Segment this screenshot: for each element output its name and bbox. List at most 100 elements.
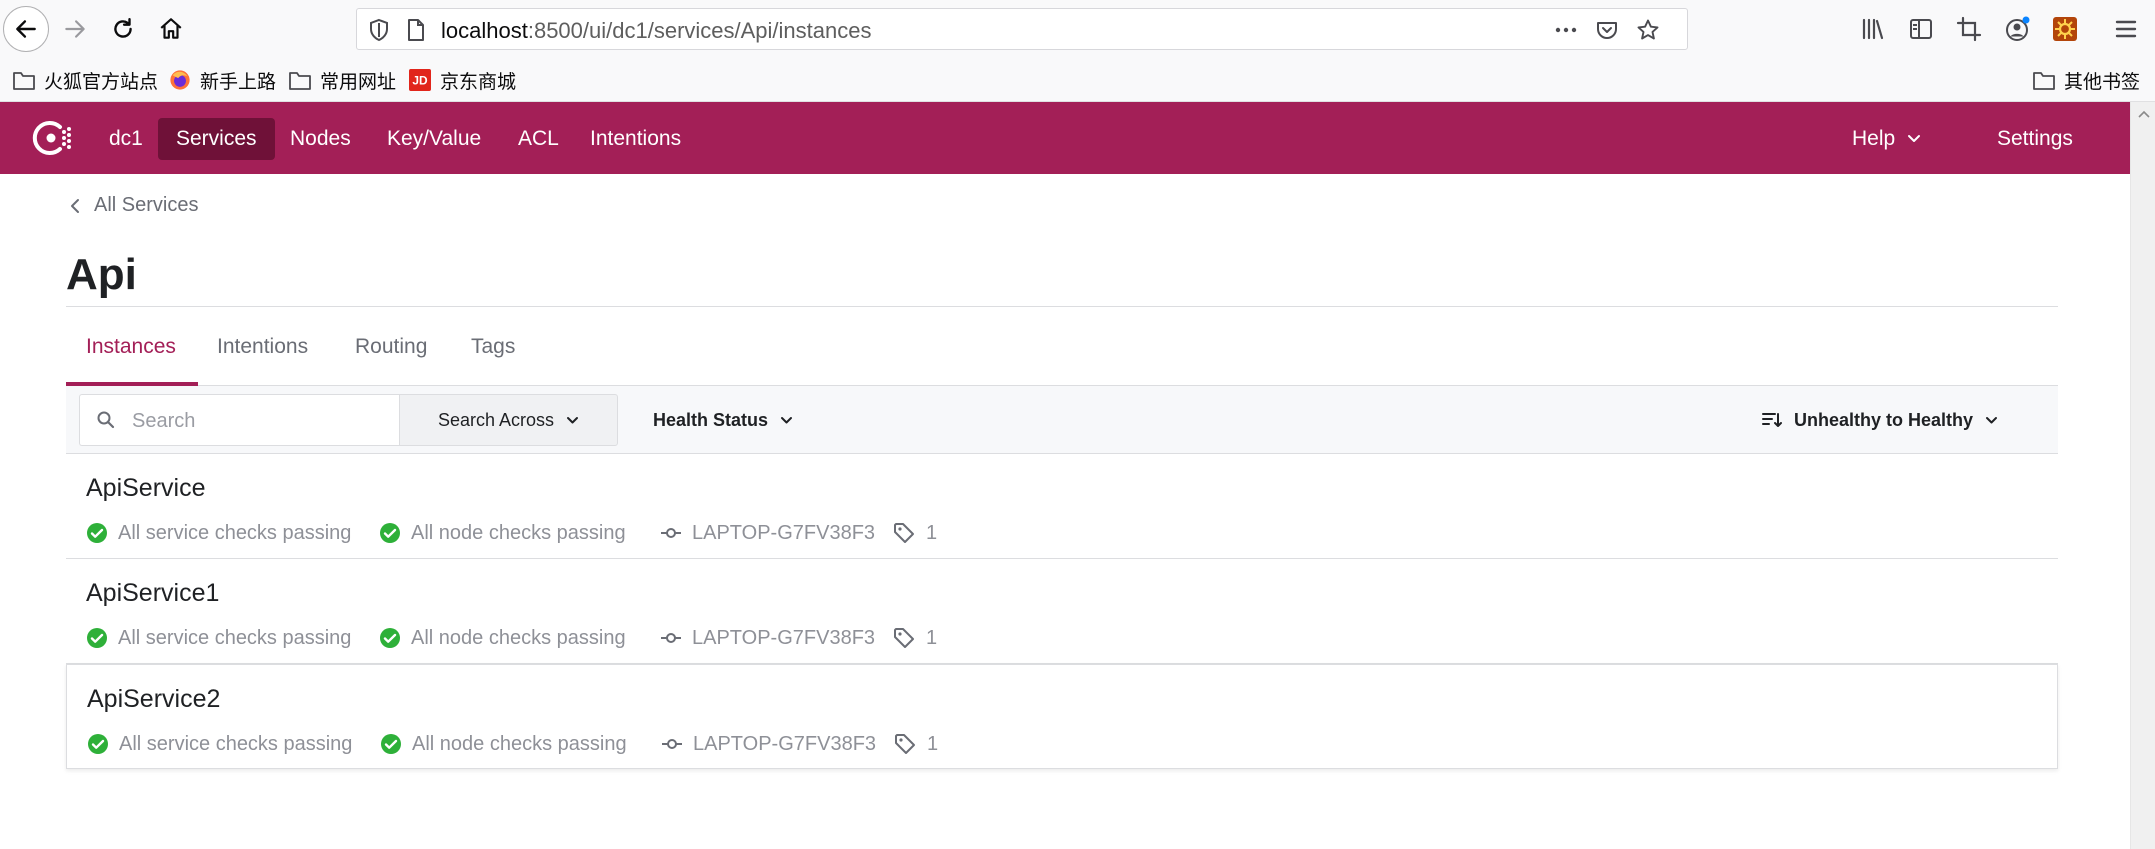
nav-item-settings[interactable]: Settings <box>1979 118 2091 160</box>
url-text[interactable]: localhost:8500/ui/dc1/services/Api/insta… <box>441 18 871 44</box>
bookmark-star-icon[interactable] <box>1635 17 1661 43</box>
bookmark-item[interactable]: 常用网址 <box>288 66 396 94</box>
home-icon <box>160 18 182 39</box>
account-icon[interactable] <box>2002 14 2032 44</box>
filter-bar: Search Across Health Status Unhealthy to… <box>66 386 2058 454</box>
help-menu[interactable]: Help <box>1834 118 1939 160</box>
git-commit-icon <box>662 739 682 749</box>
search-across-label: Search Across <box>437 409 555 430</box>
tag-icon <box>894 523 914 543</box>
nav-item-services[interactable]: Services <box>158 118 275 160</box>
search-icon <box>97 411 115 429</box>
service-checks-status: All service checks passing <box>87 729 352 759</box>
service-checks-status: All service checks passing <box>86 518 351 548</box>
arrow-left-icon <box>16 20 36 38</box>
breadcrumb[interactable]: All Services <box>70 194 198 217</box>
instance-name[interactable]: ApiService2 <box>87 685 220 714</box>
consul-top-nav: dc1 Services Nodes Key/Value ACL Intenti… <box>0 102 2130 174</box>
tag-count: 1 <box>893 729 938 759</box>
check-circle-icon <box>381 734 401 754</box>
extension-icon[interactable] <box>2050 14 2080 44</box>
search-across-dropdown[interactable]: Search Across <box>399 394 618 446</box>
instance-name[interactable]: ApiService <box>86 474 206 503</box>
check-circle-icon <box>380 628 400 648</box>
health-status-dropdown[interactable]: Health Status <box>653 394 793 446</box>
help-label: Help <box>1852 127 1896 150</box>
page-scrollbar[interactable] <box>2130 102 2155 849</box>
breadcrumb-link[interactable]: All Services <box>94 194 198 217</box>
check-circle-icon <box>87 628 107 648</box>
chevron-down-icon <box>1908 135 1921 142</box>
node-checks-status: All node checks passing <box>379 623 626 653</box>
chevron-down-icon <box>781 416 793 423</box>
check-circle-icon <box>87 523 107 543</box>
tab-intentions[interactable]: Intentions <box>217 308 308 386</box>
tag-count: 1 <box>892 518 937 548</box>
nav-item-key-value[interactable]: Key/Value <box>369 118 499 160</box>
node-name: LAPTOP-G7FV38F3 <box>660 623 875 653</box>
page-title: Api <box>66 250 137 299</box>
page-info-icon[interactable] <box>405 18 427 42</box>
back-button[interactable] <box>3 6 49 52</box>
browser-toolbar: localhost:8500/ui/dc1/services/Api/insta… <box>0 0 2155 56</box>
pocket-icon[interactable] <box>1594 17 1620 43</box>
folder-icon <box>289 72 311 90</box>
sort-icon <box>1762 413 1782 427</box>
sidebar-icon[interactable] <box>1906 14 1936 44</box>
firefox-icon <box>170 70 190 90</box>
home-button[interactable] <box>149 7 193 51</box>
tab-routing[interactable]: Routing <box>355 308 427 386</box>
bookmark-item[interactable]: 火狐官方站点 <box>12 66 158 94</box>
folder-icon <box>2033 72 2055 90</box>
instance-row[interactable]: ApiService1 All service checks passing A… <box>66 559 2058 664</box>
tag-icon <box>894 628 914 648</box>
check-circle-icon <box>88 734 108 754</box>
jd-icon: JD <box>409 69 431 91</box>
folder-icon <box>13 72 35 90</box>
search-box[interactable] <box>79 394 399 446</box>
url-bar[interactable]: localhost:8500/ui/dc1/services/Api/insta… <box>356 8 1688 50</box>
tag-count: 1 <box>892 623 937 653</box>
tag-icon <box>895 734 915 754</box>
health-status-label: Health Status <box>653 409 769 430</box>
node-name: LAPTOP-G7FV38F3 <box>661 729 876 759</box>
forward-button[interactable] <box>53 7 97 51</box>
git-commit-icon <box>661 633 681 643</box>
other-bookmarks[interactable]: 其他书签 <box>2032 66 2140 94</box>
git-commit-icon <box>661 528 681 538</box>
nav-item-acl[interactable]: ACL <box>500 118 577 160</box>
bookmark-item[interactable]: JD 京东商城 <box>408 66 516 94</box>
bookmark-item[interactable]: 新手上路 <box>168 66 276 94</box>
bookmarks-bar: 火狐官方站点 新手上路 常用网址 JD 京东商城 其他书签 <box>0 56 2155 102</box>
consul-logo-icon[interactable] <box>30 117 74 159</box>
datacenter-selector[interactable]: dc1 <box>91 118 161 160</box>
check-circle-icon <box>380 523 400 543</box>
sort-label: Unhealthy to Healthy <box>1794 409 1974 430</box>
search-input[interactable] <box>132 407 387 435</box>
instance-row[interactable]: ApiService All service checks passing Al… <box>66 454 2058 559</box>
sort-dropdown[interactable]: Unhealthy to Healthy <box>1762 394 1998 446</box>
service-checks-status: All service checks passing <box>86 623 351 653</box>
chevron-down-icon <box>1986 416 1998 423</box>
tab-instances[interactable]: Instances <box>86 308 176 386</box>
node-checks-status: All node checks passing <box>379 518 626 548</box>
svg-text:JD: JD <box>412 74 428 88</box>
tab-tags[interactable]: Tags <box>471 308 515 386</box>
instance-row[interactable]: ApiService2 All service checks passing A… <box>66 664 2058 769</box>
reload-button[interactable] <box>101 7 145 51</box>
scroll-up-arrow-icon[interactable] <box>2138 110 2150 118</box>
screenshot-crop-icon[interactable] <box>1954 14 1984 44</box>
service-tabs: Instances Intentions Routing Tags <box>66 308 2058 386</box>
nav-item-nodes[interactable]: Nodes <box>272 118 369 160</box>
menu-hamburger-icon[interactable] <box>2111 14 2141 44</box>
page-actions-icon[interactable] <box>1553 17 1579 43</box>
title-divider <box>66 306 2058 307</box>
arrow-right-icon <box>65 20 85 38</box>
nav-item-intentions[interactable]: Intentions <box>572 118 699 160</box>
tracking-shield-icon[interactable] <box>367 18 391 42</box>
library-icon[interactable] <box>1858 14 1888 44</box>
instance-name[interactable]: ApiService1 <box>86 579 219 608</box>
chevron-left-icon <box>71 198 79 213</box>
chevron-down-icon <box>567 416 579 423</box>
node-checks-status: All node checks passing <box>380 729 627 759</box>
